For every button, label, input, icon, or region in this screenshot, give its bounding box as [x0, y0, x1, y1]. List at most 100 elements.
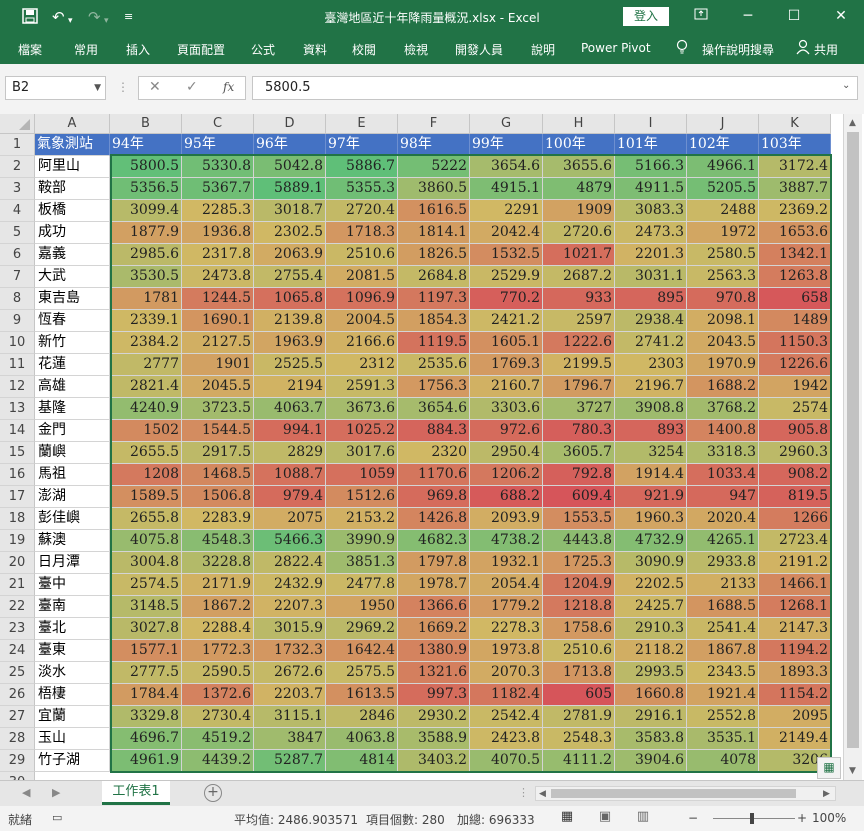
rainfall-cell[interactable]: 1489 — [759, 310, 831, 332]
rainfall-cell[interactable]: 1797.8 — [398, 552, 470, 574]
rainfall-cell[interactable]: 2075 — [254, 508, 326, 530]
rainfall-cell[interactable]: 1218.8 — [543, 596, 615, 618]
row-header[interactable]: 18 — [0, 508, 35, 530]
rainfall-cell[interactable]: 2510.6 — [543, 640, 615, 662]
station-cell[interactable]: 蘭嶼 — [35, 442, 110, 464]
rainfall-cell[interactable]: 2432.9 — [254, 574, 326, 596]
column-header-j[interactable]: J — [687, 114, 759, 134]
rainfall-cell[interactable]: 2020.4 — [687, 508, 759, 530]
rainfall-cell[interactable]: 5287.7 — [254, 750, 326, 772]
rainfall-cell[interactable]: 1502 — [110, 420, 182, 442]
rainfall-cell[interactable]: 2473.8 — [182, 266, 254, 288]
rainfall-cell[interactable]: 4879 — [543, 178, 615, 200]
zoom-in-icon[interactable]: + — [797, 811, 807, 825]
row-header[interactable]: 23 — [0, 618, 35, 640]
row-header[interactable]: 28 — [0, 728, 35, 750]
rainfall-cell[interactable]: 3723.5 — [182, 398, 254, 420]
rainfall-cell[interactable]: 2202.5 — [615, 574, 687, 596]
rainfall-cell[interactable]: 2153.2 — [326, 508, 398, 530]
rainfall-cell[interactable]: 1950 — [326, 596, 398, 618]
rainfall-cell[interactable]: 1182.4 — [470, 684, 543, 706]
vertical-scrollbar[interactable]: ▲ ▼ — [843, 114, 862, 780]
rainfall-cell[interactable]: 2720.6 — [543, 222, 615, 244]
row-header[interactable]: 25 — [0, 662, 35, 684]
rainfall-cell[interactable]: 1732.3 — [254, 640, 326, 662]
rainfall-cell[interactable]: 2575.5 — [326, 662, 398, 684]
row-header[interactable]: 21 — [0, 574, 35, 596]
next-sheet-icon[interactable]: ▶ — [52, 786, 60, 799]
rainfall-cell[interactable]: 3904.6 — [615, 750, 687, 772]
rainfall-cell[interactable]: 2194 — [254, 376, 326, 398]
rainfall-cell[interactable]: 4063.7 — [254, 398, 326, 420]
rainfall-cell[interactable]: 2166.6 — [326, 332, 398, 354]
rainfall-cell[interactable]: 3329.8 — [110, 706, 182, 728]
rainfall-cell[interactable]: 2755.4 — [254, 266, 326, 288]
tab-view[interactable]: 檢視 — [404, 41, 428, 58]
rainfall-cell[interactable]: 5330.8 — [182, 156, 254, 178]
add-sheet-icon[interactable]: + — [204, 784, 222, 802]
station-cell[interactable]: 金門 — [35, 420, 110, 442]
rainfall-cell[interactable]: 5222 — [398, 156, 470, 178]
rainfall-cell[interactable]: 3148.5 — [110, 596, 182, 618]
rainfall-cell[interactable]: 2541.4 — [687, 618, 759, 640]
rainfall-cell[interactable]: 2063.9 — [254, 244, 326, 266]
tab-home[interactable]: 常用 — [74, 41, 98, 58]
station-cell[interactable]: 玉山 — [35, 728, 110, 750]
rainfall-cell[interactable]: 2684.8 — [398, 266, 470, 288]
rainfall-cell[interactable]: 2045.5 — [182, 376, 254, 398]
worksheet-grid[interactable]: A B C D E F G H I J K 1 氣象測站 94年 95年 96年 97年 98年 99年 100年 10… — [0, 114, 864, 780]
row-header[interactable]: 1 — [0, 134, 35, 156]
rainfall-cell[interactable]: 1154.2 — [759, 684, 831, 706]
rainfall-cell[interactable]: 3031.1 — [615, 266, 687, 288]
header-cell-year[interactable]: 94年 — [110, 134, 182, 156]
station-cell[interactable]: 臺北 — [35, 618, 110, 640]
prev-sheet-icon[interactable]: ◀ — [22, 786, 30, 799]
rainfall-cell[interactable]: 2777.5 — [110, 662, 182, 684]
station-cell[interactable]: 大武 — [35, 266, 110, 288]
rainfall-cell[interactable]: 2312 — [326, 354, 398, 376]
row-header[interactable]: 3 — [0, 178, 35, 200]
rainfall-cell[interactable]: 1616.5 — [398, 200, 470, 222]
station-cell[interactable]: 阿里山 — [35, 156, 110, 178]
header-cell-year[interactable]: 99年 — [470, 134, 543, 156]
rainfall-cell[interactable]: 3017.6 — [326, 442, 398, 464]
vertical-scroll-thumb[interactable] — [847, 132, 859, 748]
rainfall-cell[interactable]: 1642.4 — [326, 640, 398, 662]
rainfall-cell[interactable]: 1909 — [543, 200, 615, 222]
rainfall-cell[interactable]: 4519.2 — [182, 728, 254, 750]
rainfall-cell[interactable]: 2042.4 — [470, 222, 543, 244]
rainfall-cell[interactable]: 2283.9 — [182, 508, 254, 530]
rainfall-cell[interactable]: 2278.3 — [470, 618, 543, 640]
rainfall-cell[interactable]: 3727 — [543, 398, 615, 420]
row-header[interactable]: 27 — [0, 706, 35, 728]
rainfall-cell[interactable]: 2552.8 — [687, 706, 759, 728]
rainfall-cell[interactable]: 1779.2 — [470, 596, 543, 618]
rainfall-cell[interactable]: 1544.5 — [182, 420, 254, 442]
rainfall-cell[interactable]: 2098.1 — [687, 310, 759, 332]
rainfall-cell[interactable]: 2687.2 — [543, 266, 615, 288]
rainfall-cell[interactable]: 1613.5 — [326, 684, 398, 706]
rainfall-cell[interactable]: 1963.9 — [254, 332, 326, 354]
rainfall-cell[interactable]: 1206.2 — [470, 464, 543, 486]
rainfall-cell[interactable]: 970.8 — [687, 288, 759, 310]
rainfall-cell[interactable]: 1690.1 — [182, 310, 254, 332]
column-header-b[interactable]: B — [110, 114, 182, 134]
rainfall-cell[interactable]: 3004.8 — [110, 552, 182, 574]
rainfall-cell[interactable]: 2933.8 — [687, 552, 759, 574]
rainfall-cell[interactable]: 2846 — [326, 706, 398, 728]
rainfall-cell[interactable]: 2574 — [759, 398, 831, 420]
row-header[interactable]: 16 — [0, 464, 35, 486]
minimize-icon[interactable]: ─ — [733, 5, 763, 27]
header-cell-station[interactable]: 氣象測站 — [35, 134, 110, 156]
rainfall-cell[interactable]: 2655.5 — [110, 442, 182, 464]
zoom-out-icon[interactable]: − — [688, 811, 698, 825]
row-header[interactable]: 12 — [0, 376, 35, 398]
rainfall-cell[interactable]: 4911.5 — [615, 178, 687, 200]
rainfall-cell[interactable]: 4961.9 — [110, 750, 182, 772]
page-break-view-icon[interactable]: ▥ — [632, 809, 654, 827]
rainfall-cell[interactable]: 1784.4 — [110, 684, 182, 706]
row-header[interactable]: 26 — [0, 684, 35, 706]
rainfall-cell[interactable]: 2139.8 — [254, 310, 326, 332]
rainfall-cell[interactable]: 884.3 — [398, 420, 470, 442]
header-cell-year[interactable]: 101年 — [615, 134, 687, 156]
